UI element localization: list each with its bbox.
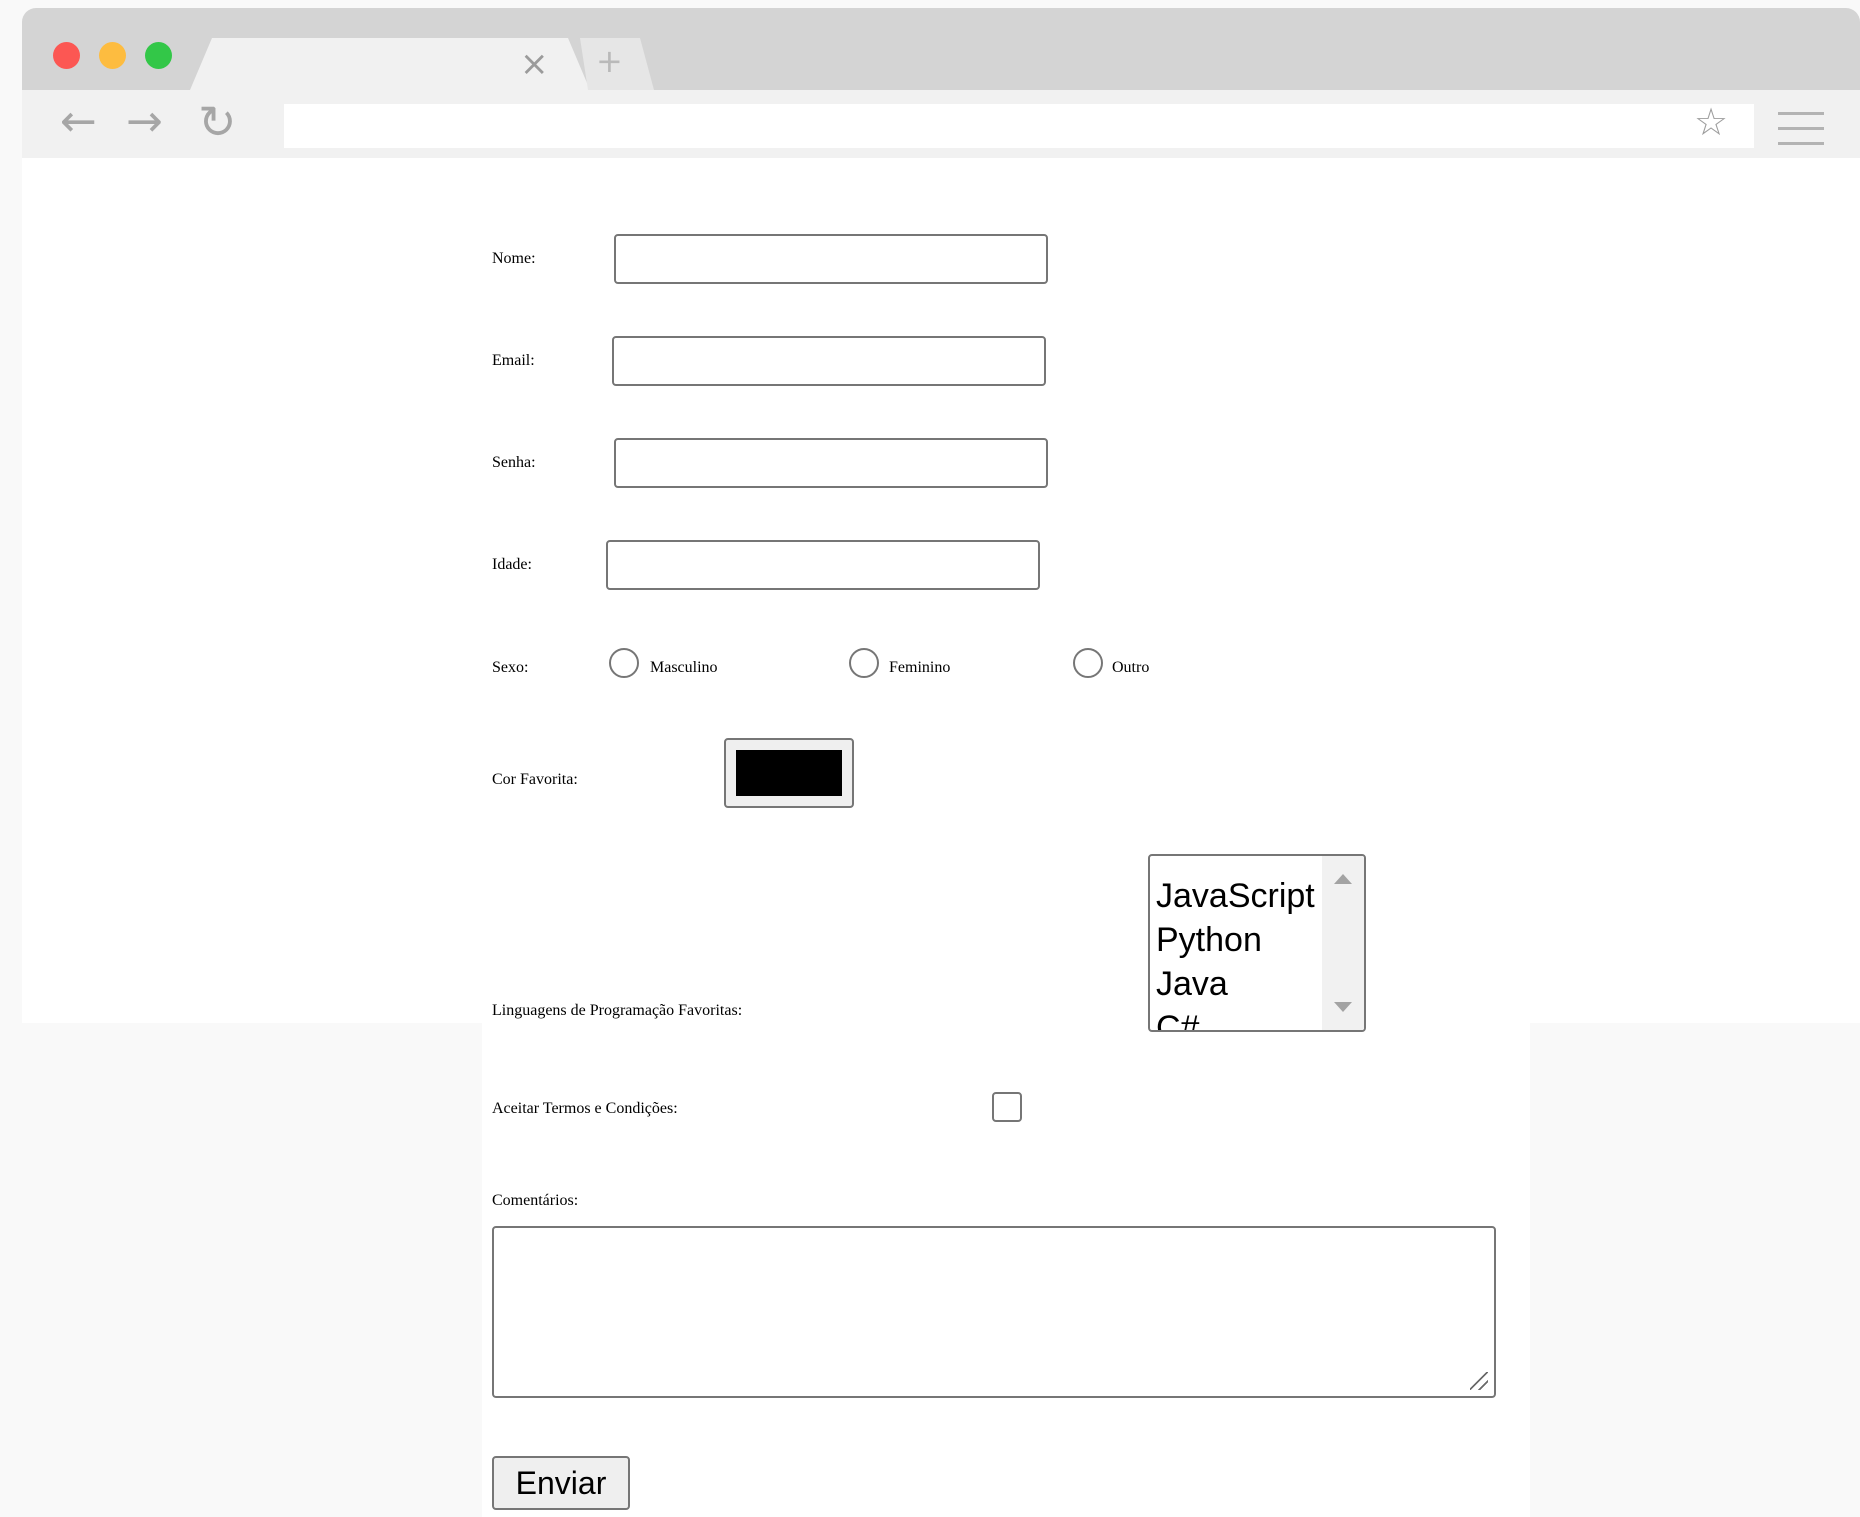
gender-label: Sexo: [492,659,529,676]
language-option[interactable]: Java [1156,964,1228,1004]
address-bar[interactable] [284,104,1754,148]
terms-checkbox[interactable] [992,1092,1022,1122]
gender-option-outro-label[interactable]: Outro [1112,645,1149,691]
languages-select[interactable]: JavaScript Python Java C# [1148,854,1366,1032]
tab-bar: × + [22,8,1860,90]
forward-arrow-icon[interactable]: → [126,94,163,150]
page-content [22,158,1860,1023]
language-option[interactable]: C# [1156,1008,1199,1030]
gender-option-feminino-label[interactable]: Feminino [889,645,950,691]
close-window-button[interactable] [53,42,80,69]
color-label: Cor Favorita: [492,771,578,788]
close-tab-icon[interactable]: × [520,44,549,84]
language-option[interactable]: Python [1156,920,1262,960]
listbox-scrollbar[interactable] [1322,856,1364,1030]
language-option[interactable]: JavaScript [1156,876,1315,916]
browser-window: × + ← → ↻ ☆ [22,8,1860,1023]
password-input[interactable] [614,438,1048,488]
email-input[interactable] [612,336,1046,386]
resize-grip-icon[interactable] [1470,1372,1488,1390]
terms-label: Aceitar Termos e Condições: [492,1100,678,1117]
color-swatch [736,750,842,796]
browser-toolbar: ← → ↻ ☆ [22,90,1860,158]
hamburger-menu-icon[interactable] [1778,112,1824,146]
languages-label: Linguagens de Programação Favoritas: [492,1002,743,1019]
bookmark-star-icon[interactable]: ☆ [1694,100,1728,144]
age-input[interactable] [606,540,1040,590]
submit-button[interactable]: Enviar [492,1456,630,1510]
back-arrow-icon[interactable]: ← [60,94,97,150]
age-label: Idade: [492,556,532,573]
name-label: Nome: [492,250,536,267]
email-label: Email: [492,352,535,369]
plus-icon: + [596,42,623,80]
comments-textarea[interactable] [492,1226,1496,1398]
scroll-up-arrow-icon[interactable] [1334,874,1352,884]
scroll-down-arrow-icon[interactable] [1334,1002,1352,1012]
comments-label: Comentários: [492,1192,579,1209]
name-input[interactable] [614,234,1048,284]
minimize-window-button[interactable] [99,42,126,69]
gender-option-masculino-label[interactable]: Masculino [650,645,718,691]
color-picker[interactable] [724,738,854,808]
gender-radio-outro[interactable] [1073,648,1103,678]
password-label: Senha: [492,454,536,471]
gender-radio-feminino[interactable] [849,648,879,678]
reload-icon[interactable]: ↻ [198,94,237,150]
gender-radio-masculino[interactable] [609,648,639,678]
maximize-window-button[interactable] [145,42,172,69]
browser-tab[interactable]: × [190,38,590,90]
